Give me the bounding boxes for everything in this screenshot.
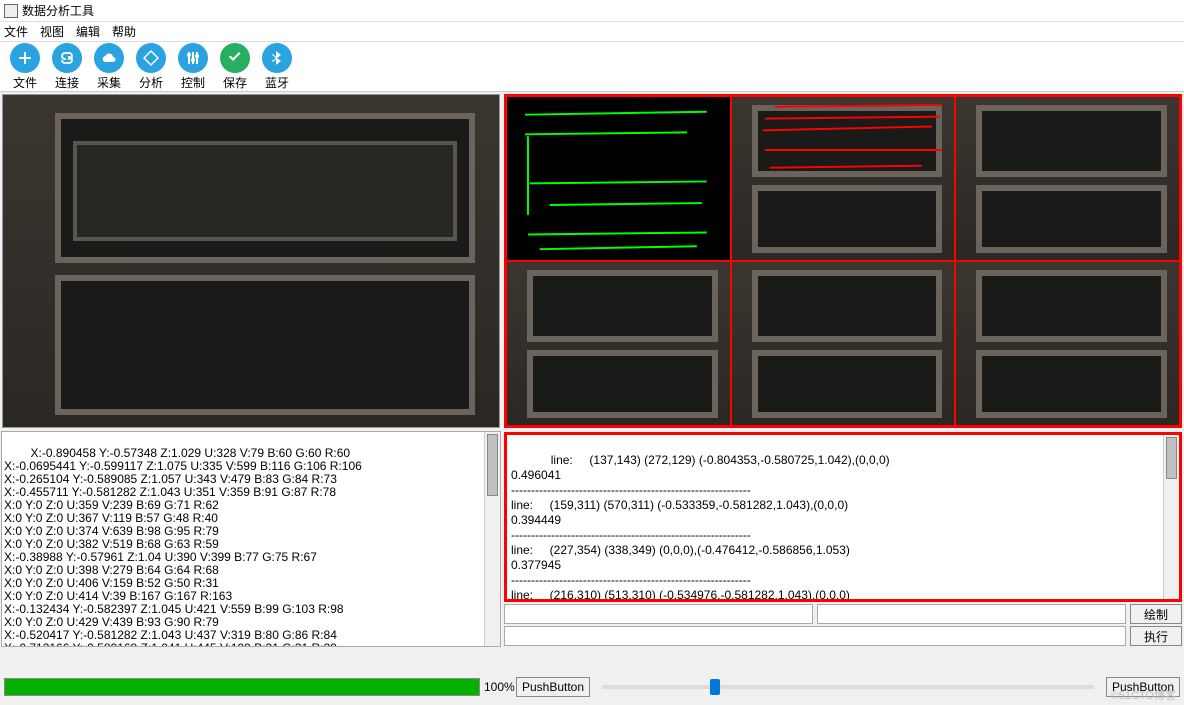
toolbar: 文件 连接 采集 分析 控制 保存 蓝牙 bbox=[0, 42, 1184, 92]
cell-6 bbox=[956, 262, 1179, 425]
log-scrollbar[interactable] bbox=[484, 432, 500, 646]
cell-4 bbox=[507, 262, 730, 425]
menu-help[interactable]: 帮助 bbox=[112, 23, 136, 40]
window-title: 数据分析工具 bbox=[22, 2, 94, 19]
toolbar-link[interactable]: 连接 bbox=[50, 43, 84, 91]
bluetooth-icon bbox=[262, 43, 292, 73]
toolbar-bluetooth[interactable]: 蓝牙 bbox=[260, 43, 294, 91]
progress-bar bbox=[4, 678, 480, 696]
main-image bbox=[2, 94, 500, 428]
toolbar-label: 采集 bbox=[97, 74, 121, 91]
menubar: 文件 视图 编辑 帮助 bbox=[0, 22, 1184, 42]
input-a[interactable] bbox=[504, 604, 813, 624]
cell-edge bbox=[507, 97, 730, 260]
watermark: ©51CTO博客 bbox=[1111, 687, 1176, 703]
cell-hough bbox=[732, 97, 955, 260]
cell-3 bbox=[956, 97, 1179, 260]
result-grid bbox=[504, 94, 1182, 428]
toolbar-diamond[interactable]: 分析 bbox=[134, 43, 168, 91]
line-scrollbar[interactable] bbox=[1163, 435, 1179, 599]
exec-button[interactable]: 执行 bbox=[1130, 626, 1182, 646]
menu-view[interactable]: 视图 bbox=[40, 23, 64, 40]
sliders-icon bbox=[178, 43, 208, 73]
plus-icon bbox=[10, 43, 40, 73]
push-button-left[interactable]: PushButton bbox=[516, 677, 590, 697]
check-icon bbox=[220, 43, 250, 73]
app-icon bbox=[4, 4, 18, 18]
line-output[interactable]: line: (137,143) (272,129) (-0.804353,-0.… bbox=[504, 432, 1182, 602]
cell-5 bbox=[732, 262, 955, 425]
toolbar-label: 连接 bbox=[55, 74, 79, 91]
toolbar-sliders[interactable]: 控制 bbox=[176, 43, 210, 91]
log-text: X:-0.890458 Y:-0.57348 Z:1.029 U:328 V:7… bbox=[4, 446, 362, 647]
toolbar-label: 保存 bbox=[223, 74, 247, 91]
toolbar-plus[interactable]: 文件 bbox=[8, 43, 42, 91]
line-text: line: (137,143) (272,129) (-0.804353,-0.… bbox=[511, 453, 890, 602]
progress-pct: 100% bbox=[484, 680, 512, 694]
menu-edit[interactable]: 编辑 bbox=[76, 23, 100, 40]
draw-button[interactable]: 绘制 bbox=[1130, 604, 1182, 624]
toolbar-cloud[interactable]: 采集 bbox=[92, 43, 126, 91]
cloud-icon bbox=[94, 43, 124, 73]
xyz-log[interactable]: X:-0.890458 Y:-0.57348 Z:1.029 U:328 V:7… bbox=[1, 431, 501, 647]
menu-file[interactable]: 文件 bbox=[4, 23, 28, 40]
diamond-icon bbox=[136, 43, 166, 73]
slider-thumb[interactable] bbox=[710, 679, 720, 695]
toolbar-label: 分析 bbox=[139, 74, 163, 91]
toolbar-check[interactable]: 保存 bbox=[218, 43, 252, 91]
link-icon bbox=[52, 43, 82, 73]
input-c[interactable] bbox=[504, 626, 1126, 646]
toolbar-label: 蓝牙 bbox=[265, 74, 289, 91]
slider[interactable] bbox=[602, 685, 1094, 689]
toolbar-label: 控制 bbox=[181, 74, 205, 91]
toolbar-label: 文件 bbox=[13, 74, 37, 91]
input-b[interactable] bbox=[817, 604, 1126, 624]
